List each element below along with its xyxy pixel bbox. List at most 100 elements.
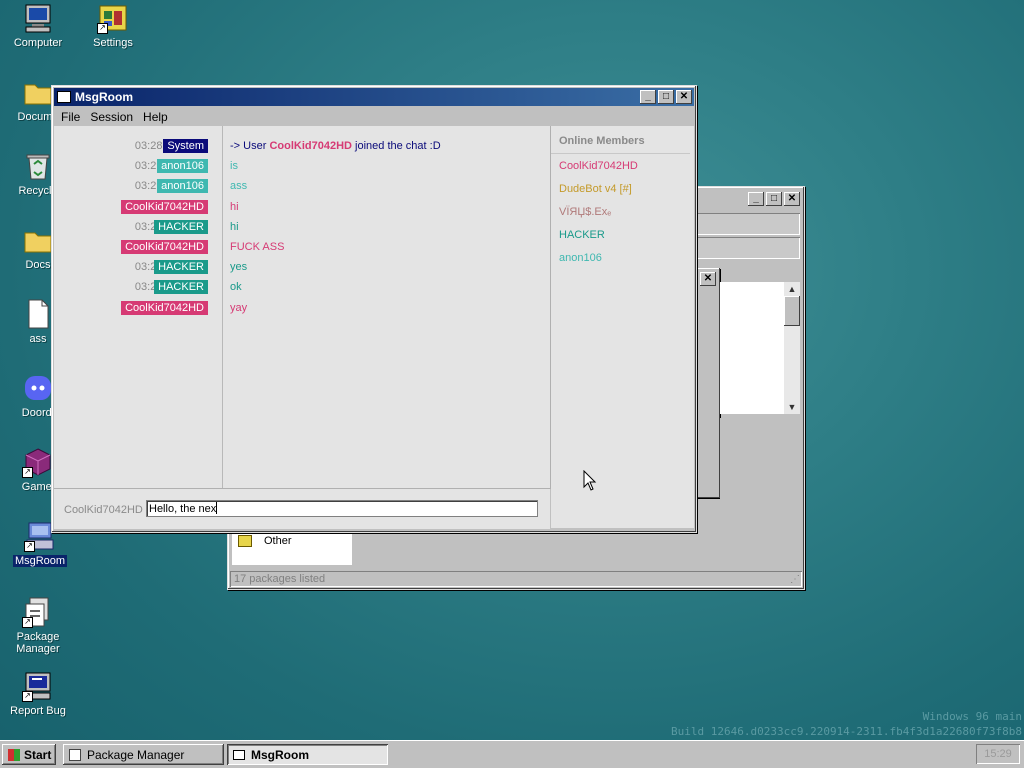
username-badge[interactable]: anon106	[157, 159, 208, 174]
package-icon	[238, 535, 252, 547]
scroll-thumb[interactable]	[784, 296, 800, 326]
minimize-button[interactable]: _	[640, 90, 656, 104]
taskbar-item-msgroom[interactable]: MsgRoom	[227, 744, 388, 765]
username-badge[interactable]: CoolKid7042HD	[121, 240, 208, 254]
chat-bubble-icon	[233, 749, 245, 760]
menu-file[interactable]: File	[56, 110, 85, 124]
chat-message-row: 03:29 PMCoolKid7042HDyay	[54, 298, 550, 318]
desktop-icon-label: Package Manager	[16, 631, 60, 655]
desktop-icon-label: Report Bug	[10, 705, 66, 717]
package-detail-list: ▲ ▼	[720, 282, 800, 414]
maximize-button[interactable]: □	[766, 192, 782, 206]
chat-message-row: 03:29 PMHACKERok	[54, 277, 550, 297]
close-button[interactable]: ✕	[784, 192, 800, 206]
chat-bubble-icon	[57, 91, 71, 103]
settings-icon: ↗	[97, 2, 129, 34]
resize-grip-icon[interactable]: ⋰	[790, 575, 802, 587]
message-text: hi	[230, 201, 239, 213]
vertical-scrollbar[interactable]: ▲ ▼	[784, 282, 800, 414]
message-text: yes	[230, 261, 247, 273]
member-item[interactable]: VЇЯЏ$.Exₑ	[551, 200, 694, 223]
chat-message-row: 03:29 PMHACKERhi	[54, 217, 550, 237]
windows-logo-icon	[8, 748, 20, 761]
taskbar-item-label: Package Manager	[87, 747, 185, 762]
shortcut-arrow-icon: ↗	[22, 617, 33, 628]
member-item[interactable]: CoolKid7042HD	[551, 154, 694, 177]
message-text-part: hi	[230, 200, 239, 213]
message-text-part: ok	[230, 281, 242, 294]
message-text: ok	[230, 281, 242, 293]
build-watermark-line2: Build 12646.d0233cc9.220914-2311.fb4f3d1…	[671, 725, 1022, 738]
status-bar: 17 packages listed	[230, 571, 802, 587]
cube-icon: ↗	[22, 446, 54, 478]
package-manager-title-buttons: _ □ ✕	[746, 192, 800, 206]
chat-input-row: CoolKid7042HD Hello, the nex	[54, 489, 550, 529]
member-item[interactable]: anon106	[551, 246, 694, 269]
username-badge[interactable]: CoolKid7042HD	[121, 199, 208, 214]
folder-icon	[22, 224, 54, 256]
desktop-icon-package-manager[interactable]: ↗ Package Manager	[0, 596, 76, 655]
member-item[interactable]: DudeBot v4 [#]	[551, 177, 694, 200]
package-detail-panel	[720, 418, 802, 568]
scroll-up-icon[interactable]: ▲	[784, 282, 800, 296]
username-badge[interactable]: HACKER	[154, 280, 208, 295]
username-badge[interactable]: System	[163, 139, 208, 153]
username-badge[interactable]: HACKER	[154, 260, 208, 275]
menu-help[interactable]: Help	[138, 110, 173, 124]
shortcut-arrow-icon: ↗	[22, 691, 33, 702]
desktop-icon-label: ass	[29, 333, 47, 345]
list-item[interactable]: Other	[232, 531, 352, 547]
username-badge[interactable]: anon106	[157, 179, 208, 194]
close-button[interactable]: ✕	[676, 90, 692, 104]
shortcut-arrow-icon: ↗	[22, 467, 33, 478]
message-text-part: ass	[230, 180, 248, 193]
members-header: Online Members	[551, 126, 690, 154]
message-text-part: -> User	[230, 140, 270, 152]
chat-message-row: 03:28 PM System -> User CoolKid7042HD join…	[54, 136, 550, 156]
message-text-part: joined the chat :D	[351, 140, 441, 152]
file-icon	[22, 298, 54, 330]
text-caret	[216, 502, 218, 514]
desktop-icon-report-bug[interactable]: ↗ Report Bug	[0, 670, 76, 717]
member-item[interactable]: HACKER	[551, 223, 694, 246]
discord-icon	[22, 372, 54, 404]
chat-log[interactable]: 03:28 PM System -> User CoolKid7042HD join…	[54, 126, 551, 489]
online-members-panel: Online Members CoolKid7042HD DudeBot v4 […	[551, 126, 694, 528]
message-text: is	[230, 160, 238, 172]
msgroom-window[interactable]: MsgRoom _ □ ✕ File Session Help 03:28 PM…	[51, 85, 697, 533]
message-text-part: is	[230, 160, 238, 173]
taskbar-item-package-manager[interactable]: Package Manager	[63, 744, 224, 765]
chat-message-row: 03:29 PMCoolKid7042HDFUCK ASS	[54, 237, 550, 257]
current-username: CoolKid7042HD	[64, 504, 143, 516]
category-label: Other	[264, 535, 292, 547]
close-button[interactable]: ✕	[700, 272, 716, 286]
minimize-button[interactable]: _	[748, 192, 764, 206]
scroll-down-icon[interactable]: ▼	[784, 400, 800, 414]
computer-icon	[22, 2, 54, 34]
message-text-part: yes	[230, 261, 248, 274]
maximize-button[interactable]: □	[658, 90, 674, 104]
message-input[interactable]: Hello, the nex	[146, 500, 538, 517]
msgroom-titlebar[interactable]: MsgRoom _ □ ✕	[54, 88, 694, 106]
package-icon	[69, 748, 81, 761]
package-icon: ↗	[22, 596, 54, 628]
chat-message-row: 03:29 PManon106ass	[54, 176, 550, 196]
username-badge[interactable]: HACKER	[154, 219, 208, 234]
desktop-icon-computer[interactable]: Computer	[0, 2, 76, 49]
desktop-icon-settings[interactable]: ↗ Settings	[75, 2, 151, 49]
message-text: FUCK ASS	[230, 241, 284, 253]
message-text: -> User CoolKid7042HD joined the chat :D	[230, 140, 441, 152]
menu-session[interactable]: Session	[85, 110, 138, 124]
start-button[interactable]: Start	[2, 744, 56, 765]
message-text-part: FUCK ASS	[230, 241, 285, 253]
window-title: MsgRoom	[75, 90, 133, 104]
username-badge[interactable]: CoolKid7042HD	[121, 300, 208, 315]
build-watermark-line1: Windows 96 main	[922, 710, 1022, 723]
chat-message-row: 03:29 PMHACKERyes	[54, 257, 550, 277]
desktop-icon-label: Settings	[93, 37, 133, 49]
chat-message-row: 03:29 PManon106is	[54, 156, 550, 176]
package-category-list: Other	[232, 531, 352, 565]
mouse-cursor-icon	[583, 470, 597, 491]
message-input-value: Hello, the nex	[149, 503, 217, 515]
recycle-bin-icon	[22, 150, 54, 182]
